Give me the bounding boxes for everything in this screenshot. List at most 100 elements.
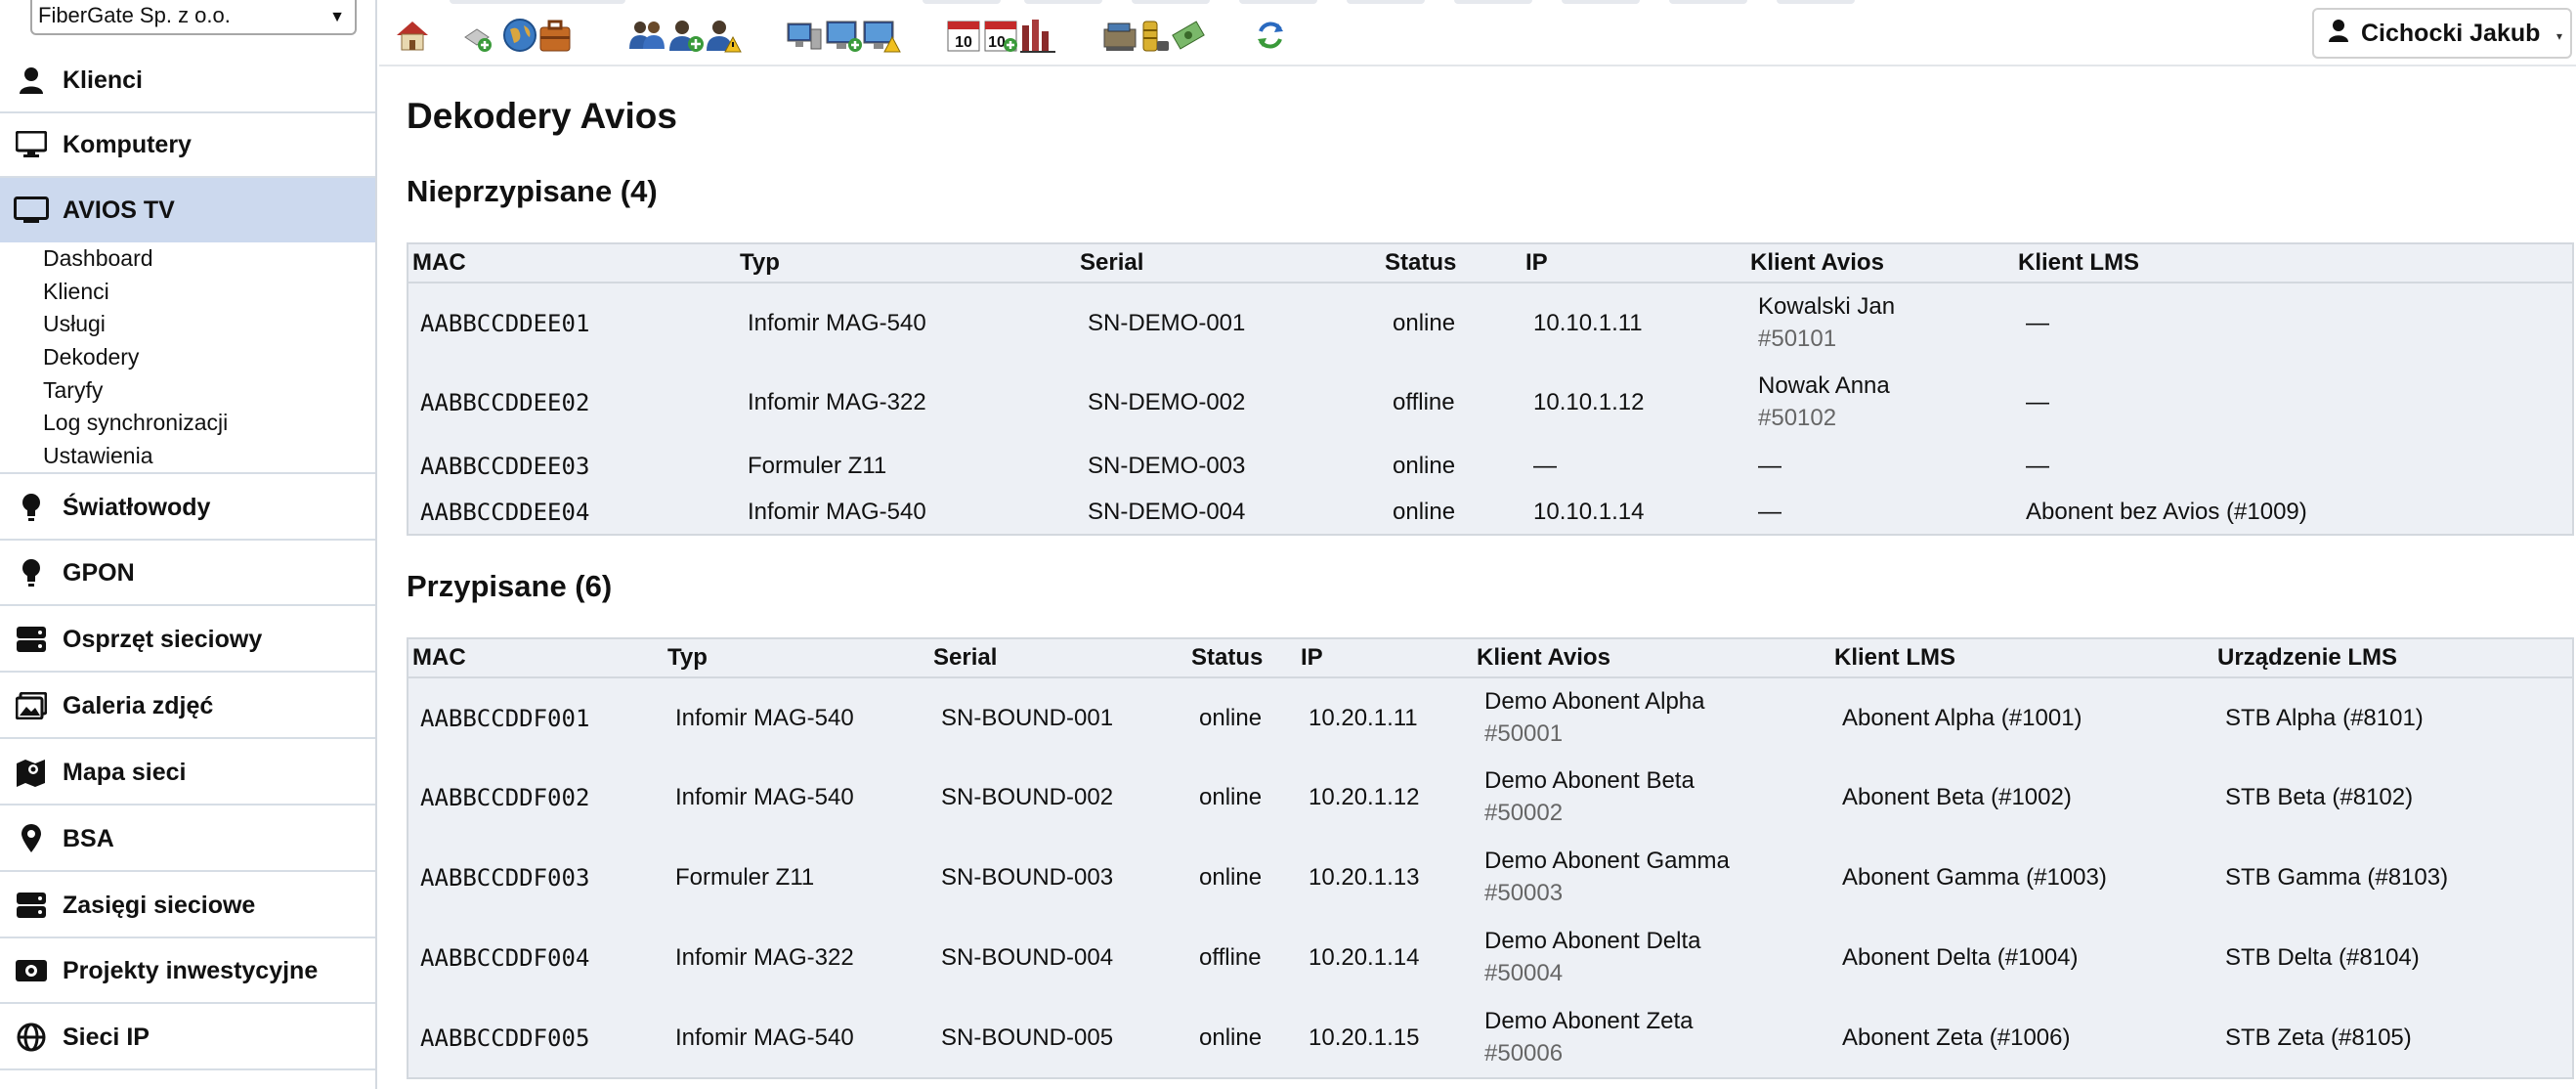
- submenu-item-uslugi[interactable]: Usługi: [43, 309, 106, 338]
- sidebar-item-label: Komputery: [63, 130, 192, 158]
- table-row[interactable]: AABBCCDDF005 Infomir MAG-540 SN-BOUND-00…: [408, 998, 2573, 1078]
- money-notes-icon[interactable]: [1169, 16, 1208, 55]
- cell-klient-avios: Demo Abonent Delta #50004: [1473, 918, 1830, 998]
- submenu-item-taryfy[interactable]: Taryfy: [43, 375, 103, 405]
- toolbar-tab[interactable]: [1454, 0, 1532, 4]
- computer-add-icon[interactable]: [825, 16, 864, 55]
- sidebar-item-bsa[interactable]: BSA: [0, 807, 375, 872]
- table-row[interactable]: AABBCCDDF004 Infomir MAG-322 SN-BOUND-00…: [408, 918, 2573, 998]
- sidebar-item-galeria-zdjec[interactable]: Galeria zdjęć: [0, 675, 375, 739]
- sync-icon[interactable]: [1251, 16, 1290, 55]
- sidebar-item-sieci-ip[interactable]: Sieci IP: [0, 1006, 375, 1070]
- network-add-icon[interactable]: [463, 16, 502, 55]
- sidebar-item-projekty-inwestycyjne[interactable]: Projekty inwestycyjne: [0, 939, 375, 1004]
- sidebar-item-klienci[interactable]: Klienci: [0, 49, 375, 113]
- sidebar-item-zasiegi-sieciowe[interactable]: Zasięgi sieciowe: [0, 874, 375, 938]
- cell-serial: SN-DEMO-003: [1088, 453, 1246, 479]
- submenu-item-dekodery[interactable]: Dekodery: [43, 342, 139, 371]
- cell-urzadzenie-lms[interactable]: STB Delta (#8104): [2213, 918, 2573, 998]
- toolbar-tab[interactable]: [923, 0, 1001, 4]
- column-header-klient-lms[interactable]: Klient LMS: [1830, 638, 2213, 678]
- sidebar-item-komputery[interactable]: Komputery: [0, 113, 375, 178]
- cell-urzadzenie-lms[interactable]: STB Beta (#8102): [2213, 758, 2573, 838]
- cell-urzadzenie-lms[interactable]: STB Alpha (#8101): [2213, 677, 2573, 758]
- section-title-unassigned: Nieprzypisane (4): [407, 174, 658, 208]
- users-icon[interactable]: [627, 16, 666, 55]
- toolbar-tab[interactable]: [1562, 0, 1640, 4]
- avios-client-name[interactable]: Kowalski Jan: [1758, 291, 2014, 323]
- column-header-serial[interactable]: Serial: [1076, 243, 1381, 283]
- column-header-typ[interactable]: Typ: [736, 243, 1076, 283]
- submenu-item-log-synchronizacji[interactable]: Log synchronizacji: [43, 408, 228, 437]
- table-row[interactable]: AABBCCDDEE02 Infomir MAG-322 SN-DEMO-002…: [408, 363, 2573, 443]
- toolbar-tab[interactable]: [1239, 0, 1317, 4]
- cash-register-icon[interactable]: [1100, 16, 1139, 55]
- column-header-urzadzenie-lms[interactable]: Urządzenie LMS: [2213, 638, 2573, 678]
- sidebar-item-swiatlowody[interactable]: Światłowody: [0, 476, 375, 541]
- company-select[interactable]: FiberGate Sp. z o.o. ▼: [30, 0, 357, 35]
- home-icon[interactable]: [393, 16, 432, 55]
- table-row[interactable]: AABBCCDDEE01 Infomir MAG-540 SN-DEMO-001…: [408, 283, 2573, 363]
- cell-status: online: [1199, 864, 1263, 891]
- column-header-status[interactable]: Status: [1187, 638, 1297, 678]
- column-header-klient-avios[interactable]: Klient Avios: [1746, 243, 2014, 283]
- table-row[interactable]: AABBCCDDF003 Formuler Z11 SN-BOUND-003 o…: [408, 838, 2573, 918]
- cell-status: online: [1199, 1024, 1263, 1051]
- table-row[interactable]: AABBCCDDF002 Infomir MAG-540 SN-BOUND-00…: [408, 758, 2573, 838]
- cell-klient-lms[interactable]: Abonent Alpha (#1001): [1830, 677, 2213, 758]
- briefcase-icon[interactable]: [536, 16, 575, 55]
- sidebar-item-osprzet-sieciowy[interactable]: Osprzęt sieciowy: [0, 608, 375, 673]
- user-warning-icon[interactable]: [704, 16, 743, 55]
- sidebar-item-gpon[interactable]: GPON: [0, 542, 375, 606]
- toolbar-tab[interactable]: [1777, 0, 1855, 4]
- calendar-add-icon[interactable]: 10: [981, 16, 1020, 55]
- submenu-item-ustawienia[interactable]: Ustawienia: [43, 441, 153, 470]
- toolbar-tab[interactable]: [450, 0, 625, 4]
- avios-client-name[interactable]: Demo Abonent Alpha: [1484, 686, 1830, 718]
- column-header-ip[interactable]: IP: [1522, 243, 1746, 283]
- column-header-serial[interactable]: Serial: [929, 638, 1187, 678]
- cell-status: offline: [1393, 389, 1455, 415]
- sidebar-item-avios-tv[interactable]: AVIOS TV: [0, 178, 375, 242]
- user-add-icon[interactable]: [666, 16, 706, 55]
- avios-client-name[interactable]: Demo Abonent Gamma: [1484, 846, 1830, 877]
- avios-client-name[interactable]: Demo Abonent Delta: [1484, 926, 1830, 957]
- column-header-status[interactable]: Status: [1381, 243, 1522, 283]
- avios-client-name[interactable]: Nowak Anna: [1758, 370, 2014, 402]
- cell-urzadzenie-lms[interactable]: STB Gamma (#8103): [2213, 838, 2573, 918]
- avios-client-name[interactable]: Demo Abonent Beta: [1484, 765, 1830, 797]
- column-header-typ[interactable]: Typ: [664, 638, 929, 678]
- cell-ip: —: [1533, 453, 1557, 479]
- toolbar-tab[interactable]: [1132, 0, 1210, 4]
- cell-klient-lms[interactable]: Abonent Beta (#1002): [1830, 758, 2213, 838]
- globe-icon[interactable]: [500, 16, 539, 55]
- sidebar-item-mapa-sieci[interactable]: Mapa sieci: [0, 741, 375, 806]
- cell-urzadzenie-lms[interactable]: STB Zeta (#8105): [2213, 998, 2573, 1078]
- column-header-mac[interactable]: MAC: [408, 243, 736, 283]
- computer-warning-icon[interactable]: [862, 16, 901, 55]
- column-header-klient-avios[interactable]: Klient Avios: [1473, 638, 1830, 678]
- toolbar-tab[interactable]: [1024, 0, 1102, 4]
- cell-klient-lms[interactable]: Abonent Delta (#1004): [1830, 918, 2213, 998]
- cell-klient-lms[interactable]: Abonent Zeta (#1006): [1830, 998, 2213, 1078]
- top-toolbar: 10 10 Cichocki Jakub ▾: [379, 0, 2576, 66]
- toolbar-tab[interactable]: [1347, 0, 1425, 4]
- submenu-item-klienci[interactable]: Klienci: [43, 277, 109, 306]
- server-icon: [0, 892, 63, 919]
- table-row[interactable]: AABBCCDDEE04 Infomir MAG-540 SN-DEMO-004…: [408, 490, 2573, 535]
- cell-klient-lms[interactable]: Abonent bez Avios (#1009): [2014, 490, 2573, 535]
- column-header-klient-lms[interactable]: Klient LMS: [2014, 243, 2573, 283]
- table-row[interactable]: AABBCCDDF001 Infomir MAG-540 SN-BOUND-00…: [408, 677, 2573, 758]
- cell-klient-lms[interactable]: Abonent Gamma (#1003): [1830, 838, 2213, 918]
- user-menu-button[interactable]: Cichocki Jakub ▾: [2312, 8, 2572, 59]
- submenu-item-dashboard[interactable]: Dashboard: [43, 243, 153, 273]
- toolbar-tab[interactable]: [1669, 0, 1747, 4]
- company-select-value: FiberGate Sp. z o.o.: [38, 3, 231, 27]
- column-header-ip[interactable]: IP: [1297, 638, 1473, 678]
- avios-client-name[interactable]: Demo Abonent Zeta: [1484, 1006, 1830, 1037]
- column-header-mac[interactable]: MAC: [408, 638, 664, 678]
- computers-icon[interactable]: [786, 16, 825, 55]
- bar-chart-icon[interactable]: [1018, 16, 1057, 55]
- calendar-icon[interactable]: 10: [944, 16, 983, 55]
- table-row[interactable]: AABBCCDDEE03 Formuler Z11 SN-DEMO-003 on…: [408, 443, 2573, 490]
